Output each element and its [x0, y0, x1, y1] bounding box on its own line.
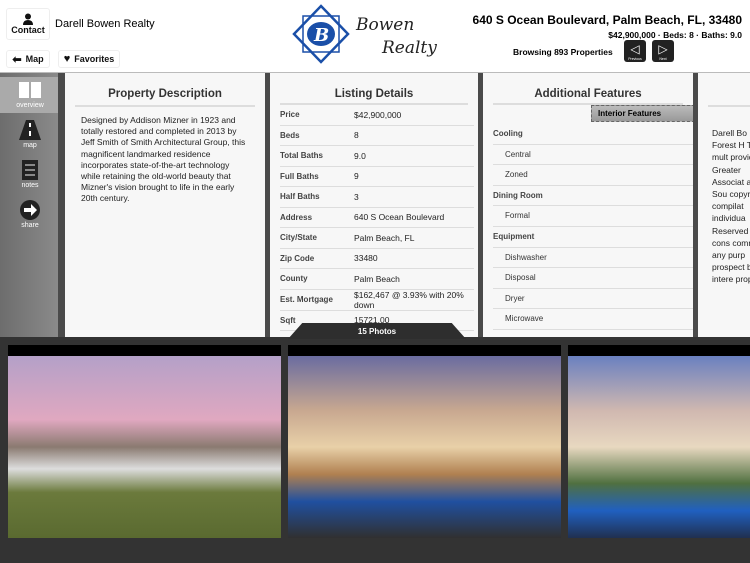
- person-icon: [23, 13, 33, 25]
- header: Contact Darell Bowen Realty ⬅ Map ♥ Favori…: [0, 0, 750, 73]
- listing-key: Total Baths: [280, 151, 323, 161]
- feature-item: Zoned: [493, 165, 693, 186]
- contact-button[interactable]: Contact: [6, 8, 50, 40]
- sidebar: overview map notes share: [0, 73, 60, 337]
- feature-item: Formal: [493, 206, 693, 227]
- listing-details-panel[interactable]: Listing Details Price $42,900,000 Beds 8 Tot…: [270, 73, 478, 337]
- panel-title: Additional Features: [493, 73, 683, 105]
- feature-category: Cooling: [493, 124, 693, 145]
- previous-label: Previous: [628, 57, 642, 61]
- disclaimer-panel: Darell Bo Forest H The mult provided Gre…: [698, 73, 750, 337]
- listing-key: County: [280, 274, 308, 284]
- overview-icon: [19, 82, 41, 98]
- sidebar-label: notes: [21, 182, 39, 189]
- listing-key: Beds: [280, 130, 300, 140]
- notes-icon: [22, 160, 38, 180]
- listing-row: Half Baths 3: [280, 187, 474, 208]
- listing-row: City/State Palm Beach, FL: [280, 228, 474, 249]
- feature-item: Microwave: [493, 309, 693, 330]
- listing-row: Est. Mortgage $162,467 @ 3.93% with 20% d…: [280, 290, 474, 311]
- next-button[interactable]: ▷ Next: [652, 40, 674, 62]
- listing-row: Total Baths 9.0: [280, 146, 474, 167]
- listing-value: $162,467 @ 3.93% with 20% down: [354, 289, 464, 310]
- sidebar-label: map: [23, 142, 37, 149]
- listing-value: 9: [354, 171, 359, 182]
- photo-thumbnail[interactable]: [568, 345, 750, 538]
- photo-thumbnail[interactable]: [288, 345, 561, 538]
- svg-text:Realty: Realty: [381, 38, 437, 58]
- listing-value: 33480: [354, 253, 378, 264]
- sidebar-item-overview[interactable]: overview: [0, 77, 60, 113]
- feature-category: Equipment: [493, 227, 693, 248]
- heart-icon: ♥: [63, 53, 71, 65]
- property-description-panel: Property Description Designed by Addison…: [65, 73, 265, 337]
- feature-item: Dryer: [493, 289, 693, 310]
- listing-value: 8: [354, 130, 359, 141]
- disclaimer-text: Darell Bo Forest H The mult provided Gre…: [712, 128, 750, 285]
- browsing-count: Browsing 893 Properties: [513, 47, 613, 57]
- arrow-left-icon: ⬅: [12, 53, 22, 66]
- listing-key: City/State: [280, 233, 317, 243]
- photo-thumbnail[interactable]: [8, 345, 281, 538]
- sidebar-item-map[interactable]: map: [0, 117, 60, 153]
- road-icon: [19, 120, 41, 140]
- sidebar-item-share[interactable]: share: [0, 197, 60, 233]
- panel-title: Listing Details: [280, 73, 468, 105]
- listing-value: 640 S Ocean Boulevard: [354, 212, 445, 223]
- content-area: Property Description Designed by Addison…: [58, 73, 750, 337]
- feature-item: Central: [493, 145, 693, 166]
- listing-key: Full Baths: [280, 171, 319, 181]
- listing-value: Palm Beach: [354, 273, 400, 284]
- listing-row: Address 640 S Ocean Boulevard: [280, 208, 474, 228]
- bowen-realty-logo: B Bowen Realty: [292, 4, 452, 69]
- sidebar-label: share: [21, 222, 39, 229]
- next-label: Next: [659, 57, 667, 61]
- listing-row: Price $42,900,000: [280, 105, 474, 126]
- listing-row: County Palm Beach: [280, 269, 474, 290]
- feature-category: Dining Room: [493, 186, 693, 207]
- favorites-button[interactable]: ♥ Favorites: [58, 50, 120, 68]
- property-summary: $42,900,000 · Beds: 8 · Baths: 9.0: [608, 30, 742, 40]
- panel-title: Property Description: [75, 73, 255, 107]
- map-button[interactable]: ⬅ Map: [6, 50, 50, 68]
- listing-value: 3: [354, 191, 359, 202]
- listing-key: Address: [280, 212, 313, 222]
- description-text: Designed by Addison Mizner in 1923 and t…: [81, 115, 246, 204]
- share-arrow-icon: [20, 200, 40, 220]
- agent-name: Darell Bowen Realty: [55, 18, 155, 30]
- svg-text:B: B: [313, 25, 329, 46]
- listing-key: Est. Mortgage: [280, 295, 333, 304]
- svg-text:Bowen: Bowen: [355, 15, 414, 35]
- feature-item: Dishwasher: [493, 248, 693, 269]
- listing-row: Full Baths 9: [280, 167, 474, 187]
- interior-features-tab[interactable]: Interior Features: [591, 105, 693, 122]
- sidebar-item-notes[interactable]: notes: [0, 157, 60, 193]
- listing-value: Palm Beach, FL: [354, 232, 415, 243]
- listing-value: $42,900,000: [354, 109, 402, 120]
- chevron-right-icon: ▷: [658, 42, 668, 56]
- property-address: 640 S Ocean Boulevard, Palm Beach, FL, 3…: [472, 13, 742, 27]
- previous-button[interactable]: ◁ Previous: [624, 40, 646, 62]
- map-label: Map: [25, 54, 44, 64]
- feature-item: Disposal: [493, 268, 693, 289]
- chevron-left-icon: ◁: [630, 42, 640, 56]
- sidebar-label: overview: [16, 102, 44, 109]
- listing-key: Price: [280, 110, 300, 120]
- listing-value: 9.0: [354, 150, 366, 161]
- listing-key: Half Baths: [280, 192, 320, 202]
- favorites-label: Favorites: [74, 54, 115, 64]
- listing-row: Beds 8: [280, 126, 474, 146]
- contact-label: Contact: [11, 25, 45, 35]
- additional-features-panel[interactable]: Additional Features Interior Features Co…: [483, 73, 693, 337]
- listing-key: Zip Code: [280, 253, 315, 263]
- listing-row: Zip Code 33480: [280, 249, 474, 269]
- photos-tab[interactable]: 15 Photos: [288, 323, 466, 339]
